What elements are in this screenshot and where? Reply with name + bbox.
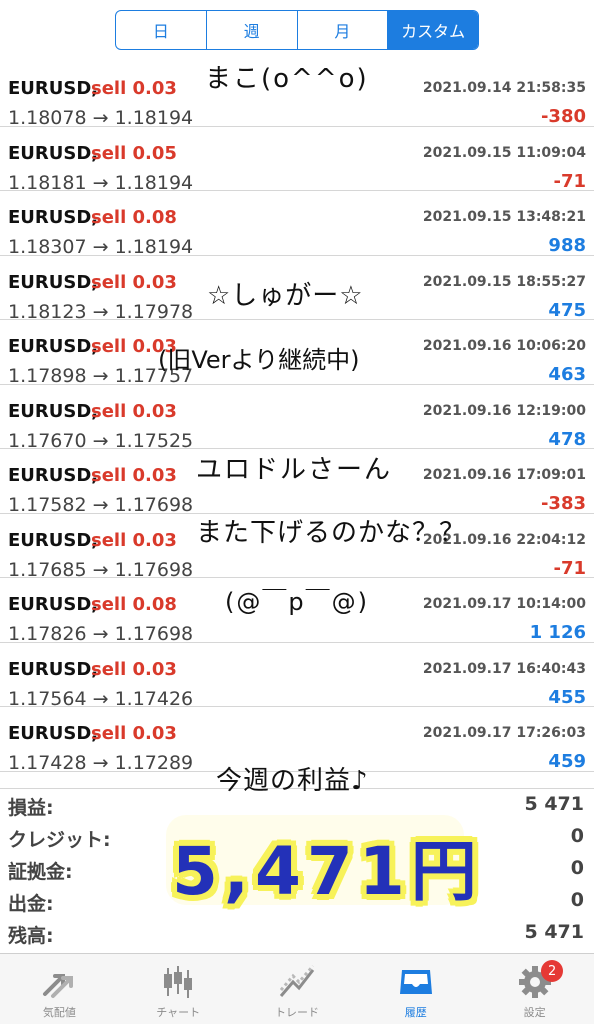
summary-value: 5 471 — [524, 793, 585, 815]
trade-side-volume: sell 0.08 — [91, 207, 177, 228]
trade-side-volume: sell 0.03 — [91, 465, 177, 486]
trade-profit: -71 — [553, 170, 586, 192]
trade-profit: -380 — [540, 106, 586, 127]
trade-profit: 455 — [548, 686, 586, 708]
period-segmented-bar: 日 週 月 カスタム — [0, 0, 594, 62]
segment-month[interactable]: 月 — [298, 11, 389, 49]
tab-history[interactable]: 履歴 — [356, 954, 475, 1024]
summary-value: 0 — [570, 857, 584, 879]
tab-label: チャート — [156, 1006, 201, 1019]
handwritten-continuation-note: (旧Verより継続中) — [158, 346, 360, 374]
trade-symbol: EURUSD, — [8, 207, 99, 228]
quotes-arrows-icon — [43, 974, 74, 998]
trade-profit: 459 — [548, 751, 586, 772]
trade-close-time: 2021.09.15 18:55:27 — [422, 273, 586, 290]
trade-close-time: 2021.09.17 10:14:00 — [422, 596, 586, 612]
trade-history-list: EURUSD, sell 0.03 2021.09.14 21:58:35 1.180… — [0, 62, 594, 774]
handwritten-author-name: まこ(o^^o) — [205, 64, 369, 94]
trade-close-time: 2021.09.15 13:48:21 — [422, 209, 586, 225]
trade-row[interactable]: EURUSD, sell 0.08 2021.09.15 13:48:21 1.183… — [0, 191, 594, 258]
summary-label: 損益: — [8, 797, 54, 819]
tab-chart[interactable]: チャート — [119, 954, 238, 1024]
handwritten-ea-name: ☆しゅがー☆ — [207, 281, 364, 311]
summary-value: 0 — [570, 825, 584, 847]
trade-symbol: EURUSD, — [8, 336, 99, 357]
handwritten-weekly-profit-amount: 5,471円 — [172, 833, 483, 910]
trade-profit: 988 — [548, 235, 586, 256]
summary-value: 0 — [570, 889, 584, 911]
tab-settings[interactable]: 設定 2 — [475, 954, 594, 1024]
segment-custom[interactable]: カスタム — [388, 11, 478, 49]
trade-side-volume: sell 0.03 — [91, 658, 177, 680]
trade-side-volume: sell 0.05 — [91, 142, 177, 164]
trade-symbol: EURUSD, — [8, 465, 99, 486]
period-segmented-control: 日 週 月 カスタム — [115, 10, 479, 50]
trade-symbol: EURUSD, — [8, 594, 99, 615]
tab-label: トレード — [274, 1006, 319, 1019]
trade-line-icon — [279, 965, 315, 997]
trade-profit: 475 — [548, 299, 586, 321]
bottom-tab-bar: 気配値 チャート トレード 履歴 設定 2 — [0, 953, 594, 1024]
trade-close-time: 2021.09.16 12:19:00 — [422, 402, 586, 419]
segment-week[interactable]: 週 — [207, 11, 298, 49]
trade-symbol: EURUSD, — [8, 142, 99, 164]
segment-day[interactable]: 日 — [116, 11, 207, 49]
trade-profit: -383 — [540, 493, 586, 514]
trade-close-time: 2021.09.14 21:58:35 — [422, 80, 586, 96]
history-tray-icon — [399, 970, 432, 994]
trade-row[interactable]: EURUSD, sell 0.03 2021.09.17 16:40:43 1.175… — [0, 643, 594, 710]
trade-symbol: EURUSD, — [8, 723, 99, 744]
handwritten-emoticon: (@￣p￣@) — [225, 588, 369, 616]
tab-label: 履歴 — [404, 1006, 427, 1019]
tab-label: 設定 — [523, 1006, 546, 1019]
tab-quotes[interactable]: 気配値 — [0, 954, 119, 1024]
summary-label: 証拠金: — [8, 861, 73, 883]
tab-trade[interactable]: トレード — [238, 954, 357, 1024]
trade-symbol: EURUSD, — [8, 400, 99, 422]
trade-row[interactable]: EURUSD, sell 0.05 2021.09.15 11:09:04 1.181… — [0, 127, 594, 194]
handwritten-weekly-profit-label: 今週の利益♪ — [216, 766, 369, 796]
trade-side-volume: sell 0.08 — [91, 594, 177, 615]
trade-symbol: EURUSD, — [8, 78, 99, 99]
trade-close-time: 2021.09.16 17:09:01 — [422, 467, 586, 483]
handwritten-comment-line2: また下げるのかな？？ — [196, 518, 467, 548]
trade-symbol: EURUSD, — [8, 658, 99, 680]
trade-close-time: 2021.09.16 10:06:20 — [422, 338, 586, 354]
trade-profit: 463 — [548, 364, 586, 385]
summary-label: 出金: — [8, 893, 54, 915]
trade-profit: 478 — [548, 428, 586, 450]
trade-side-volume: sell 0.03 — [91, 400, 177, 422]
candlestick-chart-icon — [164, 966, 193, 998]
trade-symbol: EURUSD, — [8, 271, 99, 293]
handwritten-comment-line1: ユロドルさーん — [196, 455, 393, 485]
trade-profit: 1 126 — [529, 622, 586, 643]
summary-label: クレジット: — [8, 829, 111, 851]
summary-label: 残高: — [8, 925, 54, 947]
trade-price-range: 1.17428 → 1.17289 — [8, 752, 194, 774]
trade-symbol: EURUSD, — [8, 529, 99, 551]
trade-close-time: 2021.09.17 17:26:03 — [422, 725, 586, 741]
trade-side-volume: sell 0.03 — [91, 271, 177, 293]
notification-badge: 2 — [541, 960, 564, 982]
trade-close-time: 2021.09.15 11:09:04 — [422, 144, 586, 161]
summary-row-balance: 残高: 5 471 — [0, 917, 594, 949]
trade-side-volume: sell 0.03 — [91, 78, 177, 99]
trade-row[interactable]: EURUSD, sell 0.03 2021.09.16 12:19:00 1.176… — [0, 385, 594, 452]
summary-value: 5 471 — [524, 921, 585, 943]
trade-close-time: 2021.09.17 16:40:43 — [422, 660, 586, 677]
trade-profit: -71 — [553, 557, 586, 579]
trade-side-volume: sell 0.03 — [91, 529, 177, 551]
trade-side-volume: sell 0.03 — [91, 723, 177, 744]
tab-label: 気配値 — [42, 1006, 76, 1019]
